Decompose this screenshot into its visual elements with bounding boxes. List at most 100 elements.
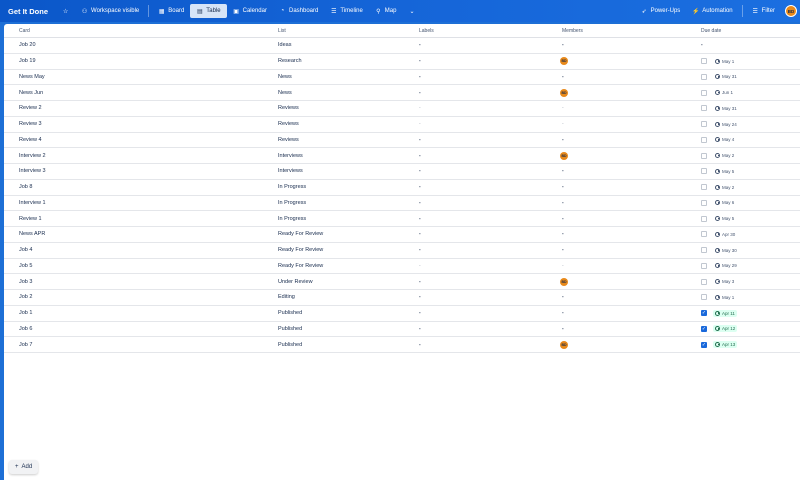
due-date-badge[interactable]: May 2 xyxy=(713,184,736,191)
members-cell[interactable]: - xyxy=(544,74,685,80)
due-date-badge[interactable]: May 4 xyxy=(713,136,736,143)
list-name-cell[interactable]: Reviews xyxy=(262,121,402,127)
table-row[interactable]: Review 1 In Progress - - May 5 xyxy=(4,211,800,227)
card-name-cell[interactable]: Interview 3 xyxy=(4,168,262,174)
members-cell[interactable]: BD xyxy=(544,57,685,66)
star-button[interactable]: ☆ xyxy=(56,4,75,18)
members-cell[interactable]: - xyxy=(544,310,685,316)
members-cell[interactable]: - xyxy=(544,231,685,237)
card-name-cell[interactable]: Job 20 xyxy=(4,42,262,48)
list-name-cell[interactable]: Editing xyxy=(262,294,402,300)
due-date-cell[interactable]: Apr 30 xyxy=(685,231,800,238)
due-date-badge[interactable]: Apr 13 xyxy=(713,341,738,349)
due-complete-checkbox[interactable] xyxy=(701,199,707,206)
due-date-badge[interactable]: May 30 xyxy=(713,247,739,254)
due-date-badge[interactable]: May 31 xyxy=(713,105,739,112)
due-date-badge[interactable]: May 1 xyxy=(713,294,736,301)
card-name-cell[interactable]: Job 2 xyxy=(4,294,262,300)
due-date-cell[interactable]: May 5 xyxy=(685,168,800,175)
due-date-cell[interactable]: ✓ Apr 12 xyxy=(685,325,800,333)
due-date-badge[interactable]: May 6 xyxy=(713,199,736,206)
card-name-cell[interactable]: Review 4 xyxy=(4,137,262,143)
due-date-badge[interactable]: Apr 11 xyxy=(713,309,737,317)
card-name-cell[interactable]: Review 3 xyxy=(4,121,262,127)
member-avatar[interactable]: BD xyxy=(560,88,568,97)
members-cell[interactable]: - xyxy=(544,263,685,269)
due-date-cell[interactable]: May 29 xyxy=(685,262,800,269)
labels-cell[interactable]: - xyxy=(402,263,544,269)
due-date-cell[interactable]: May 3 xyxy=(685,278,800,285)
labels-cell[interactable]: - xyxy=(402,310,544,316)
labels-cell[interactable]: - xyxy=(402,231,544,237)
view-tab-board[interactable]: ▦ Board xyxy=(152,4,190,18)
due-complete-checkbox[interactable] xyxy=(701,294,707,301)
due-date-badge[interactable]: May 5 xyxy=(713,168,736,175)
member-avatar[interactable]: BD xyxy=(560,277,568,286)
due-date-badge[interactable]: May 24 xyxy=(713,121,739,128)
card-name-cell[interactable]: Job 7 xyxy=(4,342,262,348)
card-name-cell[interactable]: Job 4 xyxy=(4,247,262,253)
list-name-cell[interactable]: Under Review xyxy=(262,279,402,285)
table-row[interactable]: Interview 2 Interviews - BD May 2 xyxy=(4,148,800,164)
due-date-cell[interactable]: May 2 xyxy=(685,184,800,191)
table-row[interactable]: Job 3 Under Review - BD May 3 xyxy=(4,274,800,290)
members-cell[interactable]: - xyxy=(544,247,685,253)
labels-cell[interactable]: - xyxy=(402,74,544,80)
due-complete-checkbox[interactable]: ✓ xyxy=(701,325,707,332)
visibility-button[interactable]: ⚇ Workspace visible xyxy=(75,4,145,18)
due-date-badge[interactable]: Apr 12 xyxy=(713,325,738,333)
labels-cell[interactable]: - xyxy=(402,216,544,222)
table-row[interactable]: Job 20 Ideas - - - xyxy=(4,38,800,54)
members-cell[interactable]: BD xyxy=(544,340,685,349)
due-date-cell[interactable]: May 31 xyxy=(685,105,800,112)
table-row[interactable]: Interview 3 Interviews - - May 5 xyxy=(4,164,800,180)
column-header-list[interactable]: List xyxy=(262,28,402,34)
labels-cell[interactable]: - xyxy=(402,137,544,143)
members-cell[interactable]: - xyxy=(544,42,685,48)
card-name-cell[interactable]: Job 3 xyxy=(4,279,262,285)
labels-cell[interactable]: - xyxy=(402,168,544,174)
card-name-cell[interactable]: News Jun xyxy=(4,90,262,96)
member-avatar[interactable]: BD xyxy=(560,340,568,349)
card-name-cell[interactable]: News APR xyxy=(4,231,262,237)
more-views-button[interactable]: ⌄ xyxy=(402,4,421,18)
members-cell[interactable]: - xyxy=(544,200,685,206)
members-cell[interactable]: BD xyxy=(544,151,685,160)
list-name-cell[interactable]: Ready For Review xyxy=(262,247,402,253)
list-name-cell[interactable]: News xyxy=(262,90,402,96)
table-row[interactable]: Job 5 Ready For Review - - May 29 xyxy=(4,259,800,275)
due-complete-checkbox[interactable] xyxy=(701,121,707,128)
table-row[interactable]: Job 19 Research - BD May 1 xyxy=(4,54,800,70)
members-cell[interactable]: - xyxy=(544,184,685,190)
card-name-cell[interactable]: Interview 2 xyxy=(4,153,262,159)
due-date-cell[interactable]: May 1 xyxy=(685,294,800,301)
card-name-cell[interactable]: Interview 1 xyxy=(4,200,262,206)
due-date-cell[interactable]: May 5 xyxy=(685,215,800,222)
member-avatar[interactable]: BD xyxy=(560,151,568,160)
table-row[interactable]: Review 4 Reviews - - May 4 xyxy=(4,133,800,149)
labels-cell[interactable]: - xyxy=(402,342,544,348)
table-row[interactable]: News APR Ready For Review - - Apr 30 xyxy=(4,227,800,243)
due-date-cell[interactable]: May 6 xyxy=(685,199,800,206)
table-row[interactable]: Job 8 In Progress - - May 2 xyxy=(4,180,800,196)
due-complete-checkbox[interactable] xyxy=(701,262,707,269)
due-date-cell[interactable]: May 31 xyxy=(685,73,800,80)
due-complete-checkbox[interactable] xyxy=(701,73,707,80)
labels-cell[interactable]: - xyxy=(402,121,544,127)
list-name-cell[interactable]: Ready For Review xyxy=(262,263,402,269)
due-date-badge[interactable]: May 1 xyxy=(713,58,736,65)
labels-cell[interactable]: - xyxy=(402,294,544,300)
table-row[interactable]: Review 2 Reviews - - May 31 xyxy=(4,101,800,117)
due-date-badge[interactable]: May 5 xyxy=(713,215,736,222)
view-tab-dashboard[interactable]: ◔ Dashboard xyxy=(273,4,324,18)
view-tab-calendar[interactable]: ▣ Calendar xyxy=(227,4,273,18)
column-header-labels[interactable]: Labels xyxy=(402,28,544,34)
card-name-cell[interactable]: Job 1 xyxy=(4,310,262,316)
due-date-cell[interactable]: May 1 xyxy=(685,58,800,65)
list-name-cell[interactable]: In Progress xyxy=(262,200,402,206)
member-avatar[interactable]: BD xyxy=(560,57,568,66)
due-date-cell[interactable]: May 4 xyxy=(685,136,800,143)
labels-cell[interactable]: - xyxy=(402,58,544,64)
card-name-cell[interactable]: Job 5 xyxy=(4,263,262,269)
table-row[interactable]: Job 1 Published - - ✓ Apr 11 xyxy=(4,306,800,322)
